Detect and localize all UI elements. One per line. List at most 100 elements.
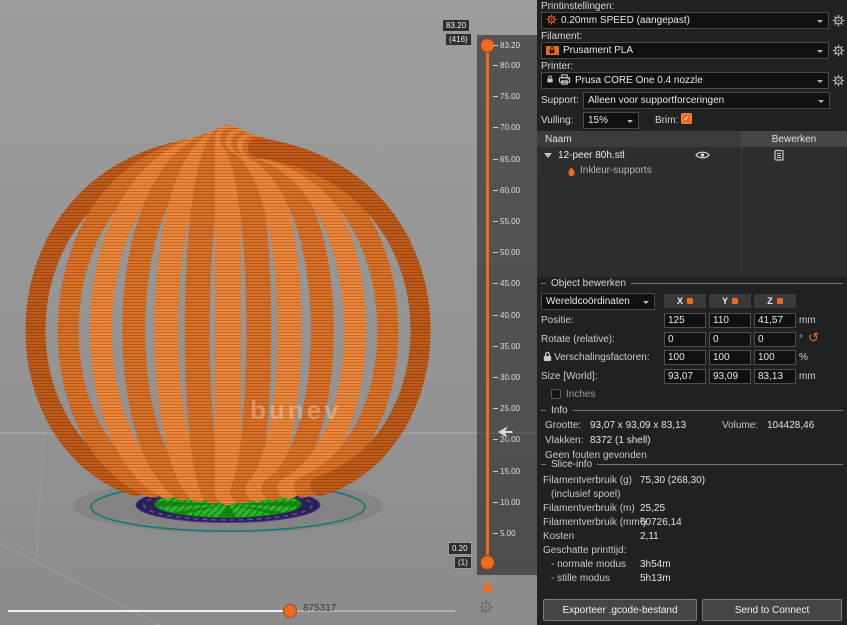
z-value-input[interactable]	[754, 368, 796, 384]
volume-label: Volume:	[722, 420, 759, 431]
filament-combo[interactable]: Prusament PLA	[541, 42, 829, 59]
slice-info-row: Geschatte printtijd:	[537, 544, 847, 558]
support-combo[interactable]: Alleen voor supportforceringen	[583, 92, 830, 109]
object-table-header: Naam Bewerken	[537, 131, 847, 147]
print-settings-combo[interactable]: 0.20mm SPEED (aangepast)	[541, 12, 829, 29]
paint-drop-icon	[567, 166, 576, 180]
axis-header: Z	[754, 294, 796, 308]
slice-info-label: Kosten	[543, 531, 575, 542]
manipulation-row: Positie: mm	[537, 313, 847, 332]
layer-tick: 25.00	[493, 404, 520, 413]
manipulation-row: Verschalingsfactoren: %	[537, 350, 847, 369]
slice-info-value: 60726,14	[640, 517, 682, 528]
slice-info-value: 5h13m	[640, 573, 671, 584]
coordinate-system-combo[interactable]: Wereldcoördinaten	[541, 293, 655, 310]
check-icon: ✓	[683, 114, 690, 123]
viewport: bunev 83.20 80.00 75.00 70.00 65.00 60.00 55.0…	[0, 0, 537, 625]
info-section-title: Info	[541, 405, 843, 416]
layer-tick: 10.00	[493, 498, 520, 507]
infill-value: 15%	[588, 115, 609, 126]
move-slider-handle[interactable]	[283, 604, 297, 618]
layer-slider: 83.20 80.00 75.00 70.00 65.00 60.00 55.00 50.00…	[477, 35, 537, 575]
x-value-input[interactable]	[664, 350, 706, 365]
slice-info-value: 3h54m	[640, 559, 671, 570]
printer-value: Prusa CORE One 0.4 nozzle	[575, 75, 703, 86]
manipulation-row: Size [World]: mm	[537, 368, 847, 388]
z-value-input[interactable]	[754, 350, 796, 365]
printer-gear-button[interactable]	[832, 74, 845, 90]
layer-tick: 70.00	[493, 123, 520, 132]
y-value-input[interactable]	[709, 313, 751, 328]
brim-label: Brim:	[655, 115, 679, 126]
size-value: 93,07 x 93,09 x 83,13	[590, 420, 687, 431]
printer-combo[interactable]: Prusa CORE One 0.4 nozzle	[541, 72, 829, 89]
slice-info-value: 75,30 (268,30)	[640, 475, 706, 486]
slice-info-row: - normale modus 3h54m	[537, 558, 847, 572]
print-settings-value: 0.20mm SPEED (aangepast)	[561, 15, 690, 26]
slice-info-label: Geschatte printtijd:	[543, 545, 627, 556]
printer-label: Printer:	[541, 61, 574, 72]
lock-icon[interactable]	[481, 580, 494, 596]
layer-tick: 45.00	[493, 279, 520, 288]
layer-tick: 55.00	[493, 217, 520, 226]
x-value-input[interactable]	[664, 368, 706, 384]
slice-info-label: Filamentverbruik (g)	[543, 475, 632, 486]
slice-info-value: 25,25	[640, 503, 666, 514]
column-edit-header: Bewerken	[741, 131, 847, 147]
object-row[interactable]: 12-peer 80h.stl	[537, 147, 847, 163]
z-value-input[interactable]	[754, 313, 796, 328]
inches-checkbox[interactable]	[551, 389, 561, 399]
viewport-gear-icon[interactable]	[478, 599, 494, 618]
layer-tick: 40.00	[493, 311, 520, 320]
manipulation-row-label: Verschalingsfactoren:	[554, 352, 650, 363]
x-value-input[interactable]	[664, 313, 706, 328]
filament-gear-button[interactable]	[832, 44, 845, 60]
layer-tick: 30.00	[493, 373, 520, 382]
filament-color-chip	[546, 46, 559, 55]
bed-logo-text: bunev	[250, 395, 342, 425]
3d-model[interactable]	[25, 125, 431, 505]
layer-tick: 5.00	[493, 529, 516, 538]
slice-info-section-title: Slice-info	[541, 459, 843, 470]
infill-combo[interactable]: 15%	[583, 112, 639, 129]
slice-info-row: Filamentverbruik (mm³) 60726,14	[537, 516, 847, 530]
eye-icon[interactable]	[695, 150, 710, 163]
support-value: Alleen voor supportforceringen	[588, 95, 725, 106]
axis-chip-icon	[687, 298, 693, 304]
object-list: Naam Bewerken 12-peer 80h.stl Inkleur-su…	[537, 131, 847, 277]
prusaslicer-window: bunev 83.20 80.00 75.00 70.00 65.00 60.00 55.0…	[0, 0, 847, 625]
facets-label: Vlakken:	[545, 435, 584, 446]
uniform-scale-lock-icon[interactable]	[542, 351, 553, 365]
object-subitem-row[interactable]: Inkleur-supports	[537, 163, 847, 179]
move-slider-track[interactable]	[8, 610, 283, 612]
y-value-input[interactable]	[709, 350, 751, 365]
y-value-input[interactable]	[709, 368, 751, 384]
unit-label: mm	[799, 315, 816, 326]
print-settings-gear-button[interactable]	[832, 14, 845, 30]
z-value-input[interactable]	[754, 331, 796, 347]
layer-slider-track[interactable]	[486, 45, 489, 563]
send-to-connect-button[interactable]: Send to Connect	[702, 599, 842, 621]
axis-header: X	[664, 294, 706, 308]
slice-info-label: Filamentverbruik (mm³)	[543, 517, 647, 528]
layer-height-tooltip: 83.20	[442, 19, 471, 33]
layer-tick: 65.00	[493, 155, 520, 164]
layer-tick: 83.20	[493, 41, 520, 50]
reset-rotation-icon[interactable]: ↺	[808, 331, 819, 344]
layer-tick: 35.00	[493, 342, 520, 351]
manipulation-row-label: Positie:	[541, 315, 574, 326]
edit-page-icon[interactable]	[773, 149, 785, 164]
x-value-input[interactable]	[664, 331, 706, 347]
slice-info-label: - stille modus	[551, 573, 610, 584]
3d-viewport[interactable]: bunev	[0, 0, 537, 625]
export-gcode-button[interactable]: Exporteer .gcode-bestand	[543, 599, 697, 621]
collapse-caret-icon[interactable]	[544, 152, 552, 162]
layer-tick: 80.00	[493, 61, 520, 70]
y-value-input[interactable]	[709, 331, 751, 347]
slice-info-label: - normale modus	[551, 559, 627, 570]
bottom-height-tooltip: 0.20	[448, 542, 472, 556]
axis-chip-icon	[776, 298, 783, 304]
brim-checkbox[interactable]: ✓	[681, 113, 692, 124]
modified-preset-icon	[546, 14, 557, 28]
layer-tick: 15.00	[493, 467, 520, 476]
